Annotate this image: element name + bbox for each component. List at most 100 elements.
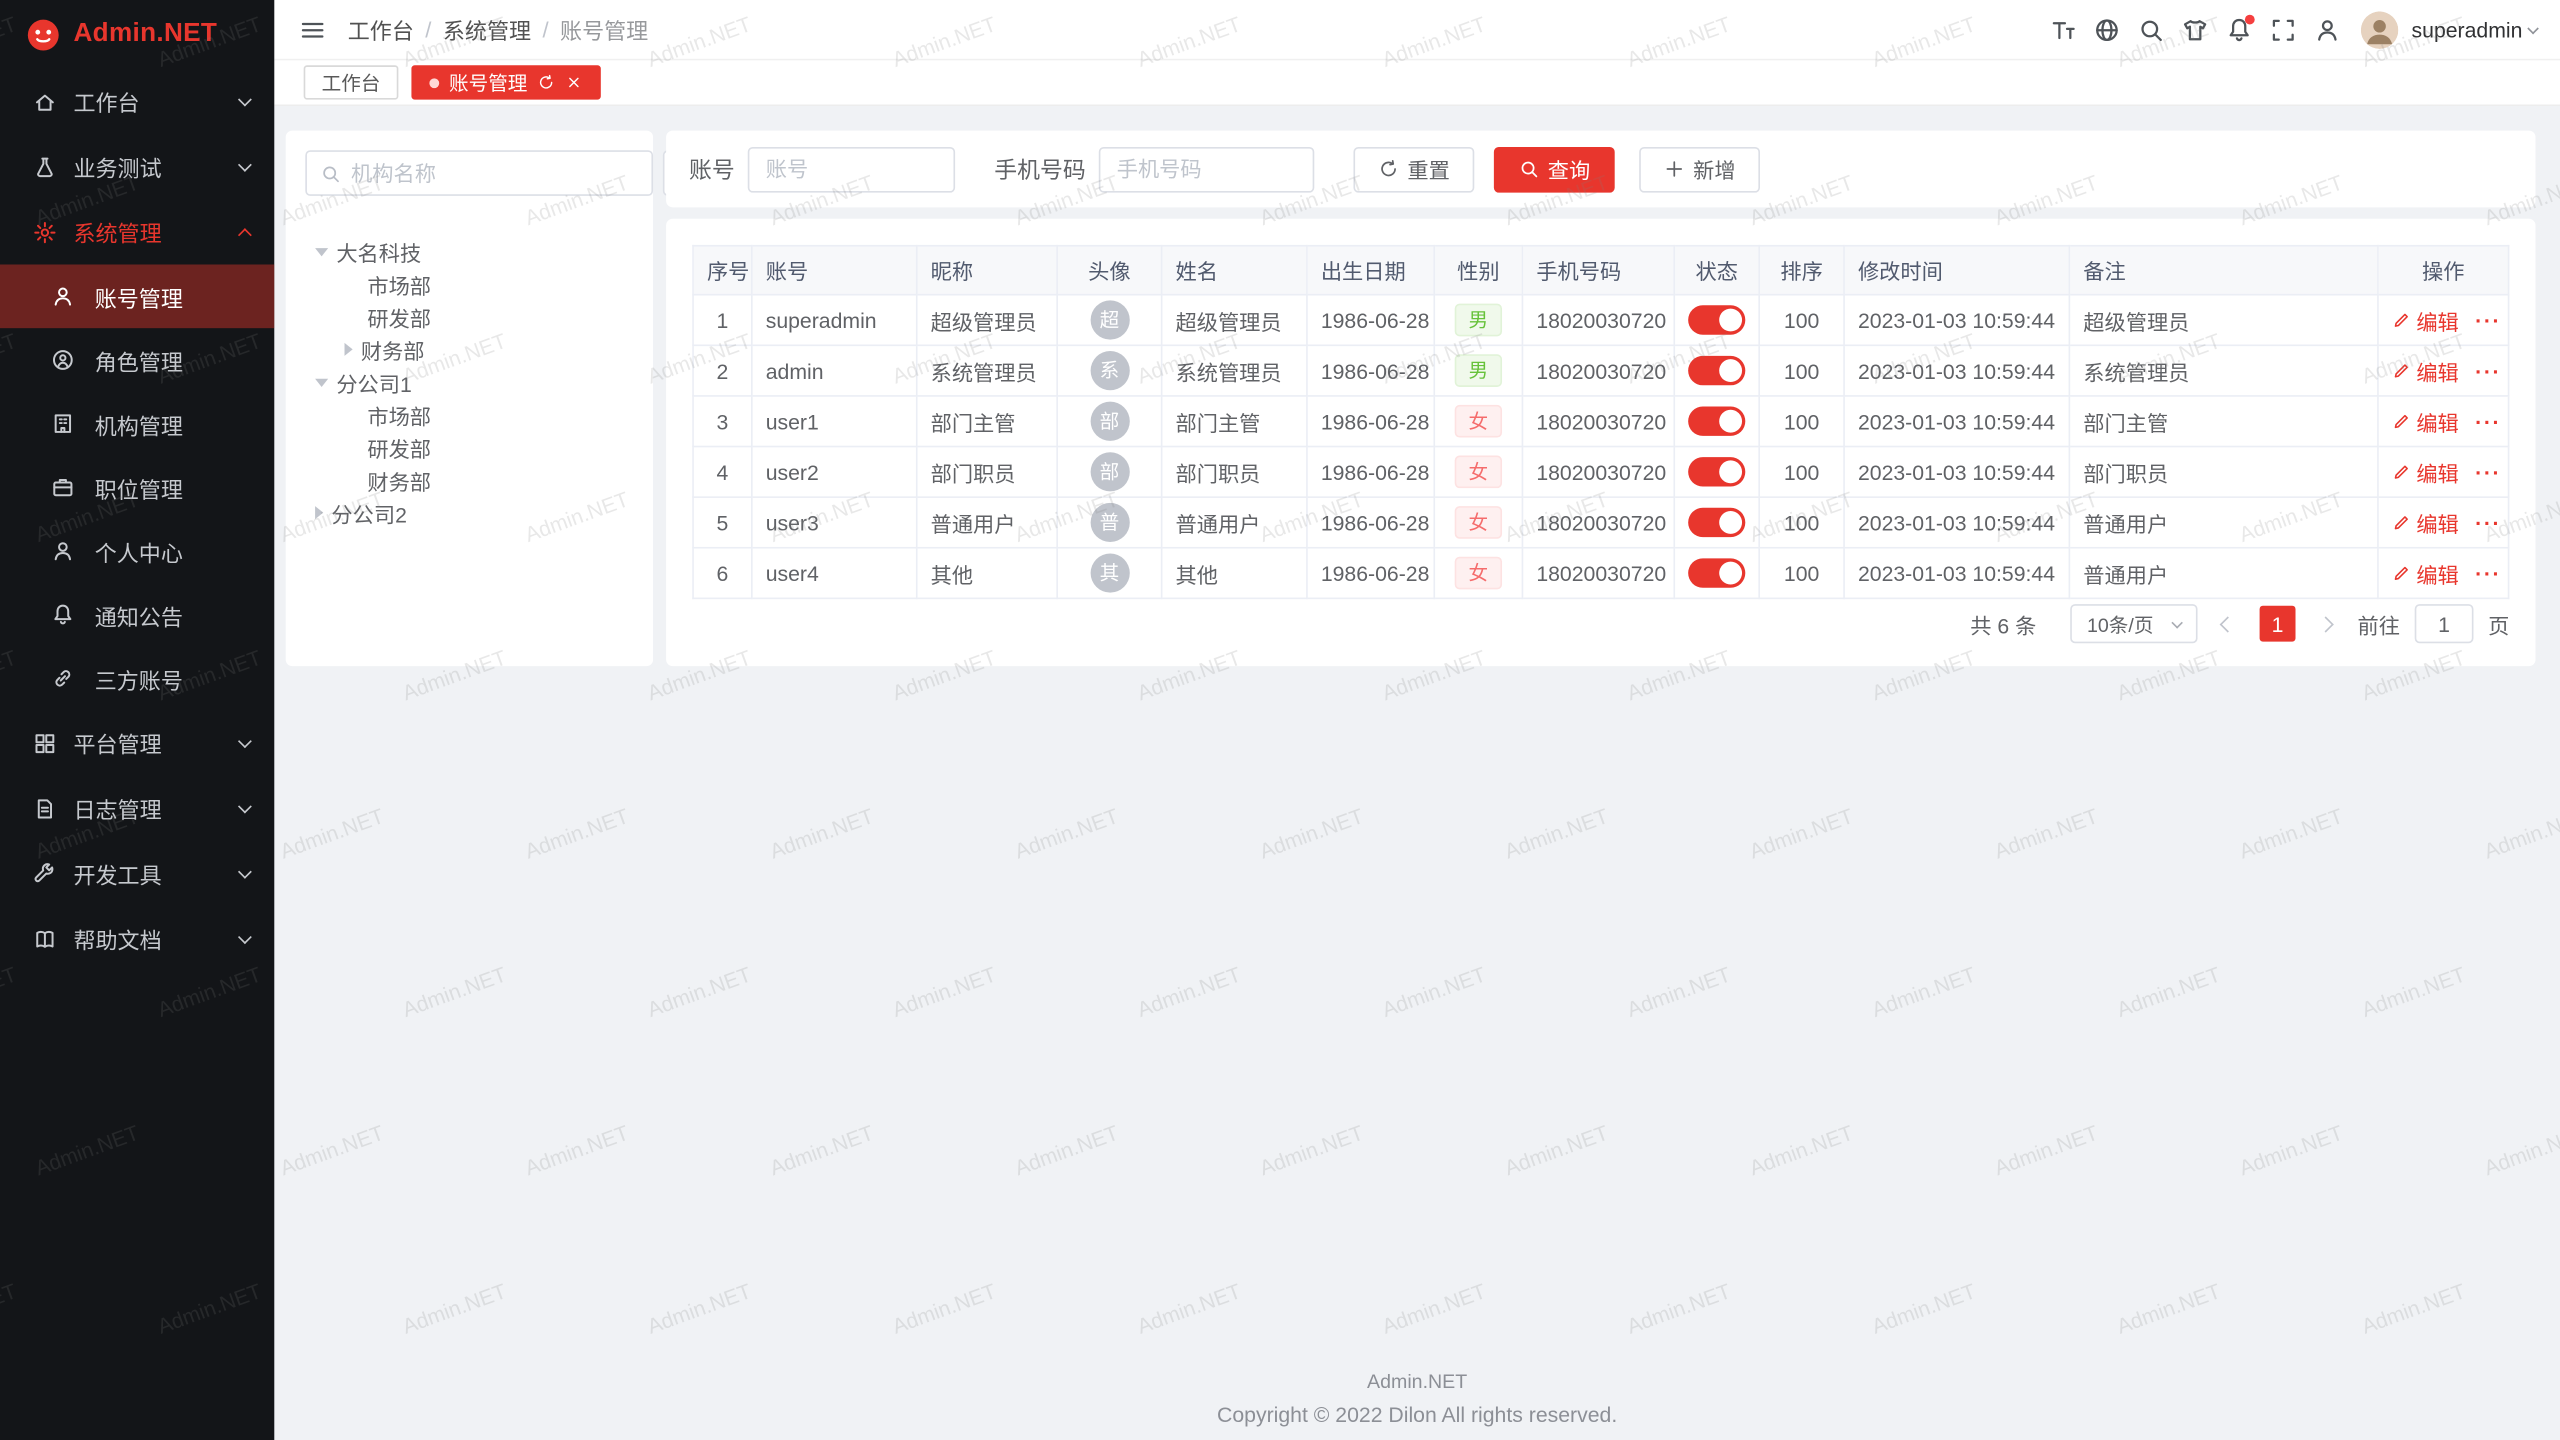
search-icon[interactable] <box>2129 0 2173 60</box>
cell-phone: 18020030720 <box>1522 345 1674 396</box>
hamburger-icon[interactable] <box>291 0 335 60</box>
next-page-button[interactable] <box>2310 606 2343 642</box>
chevron-down-icon <box>238 929 252 943</box>
tab-close-icon[interactable] <box>565 73 583 91</box>
add-button[interactable]: 新增 <box>1639 146 1760 192</box>
tab-account-management[interactable]: 账号管理 <box>411 65 600 99</box>
org-search-input[interactable] <box>351 161 638 185</box>
tab-workbench[interactable]: 工作台 <box>304 65 399 99</box>
sidebar-subitem-role[interactable]: 角色管理 <box>0 328 274 392</box>
sidebar-item-logs[interactable]: 日志管理 <box>0 776 274 841</box>
cell-actions: 编辑 ··· <box>2378 396 2509 447</box>
chevron-up-icon <box>238 227 252 241</box>
cell-status <box>1674 548 1759 599</box>
fullscreen-icon[interactable] <box>2261 0 2305 60</box>
avatar[interactable] <box>2361 11 2399 49</box>
edit-button[interactable]: 编辑 <box>2392 507 2459 538</box>
edit-button[interactable]: 编辑 <box>2392 406 2459 437</box>
cell-avatar: 普 <box>1057 497 1161 548</box>
caret-right-icon[interactable] <box>344 343 352 356</box>
tab-refresh-icon[interactable] <box>537 73 555 91</box>
sidebar-subitem-position[interactable]: 职位管理 <box>0 456 274 520</box>
footer: Admin.NET Copyright © 2022 Dilon All rig… <box>274 1370 2560 1427</box>
sidebar-subitem-notice[interactable]: 通知公告 <box>0 583 274 647</box>
caret-right-icon[interactable] <box>315 506 323 519</box>
tree-node[interactable]: 分公司1 <box>305 366 633 399</box>
sidebar-subitem-account[interactable]: 账号管理 <box>0 264 274 328</box>
cell-birth-date: 1986-06-28 <box>1307 447 1434 498</box>
row-more-button[interactable]: ··· <box>2475 460 2501 484</box>
logo-title: Admin.NET <box>73 20 217 49</box>
tree-node[interactable]: 研发部 <box>305 300 633 333</box>
row-more-button[interactable]: ··· <box>2475 510 2501 534</box>
cell-nickname: 部门职员 <box>917 447 1057 498</box>
reset-button[interactable]: 重置 <box>1353 146 1474 192</box>
cell-avatar: 其 <box>1057 548 1161 599</box>
tree-node[interactable]: 研发部 <box>305 431 633 464</box>
sidebar-subitem-third-account[interactable]: 三方账号 <box>0 647 274 711</box>
edit-button[interactable]: 编辑 <box>2392 558 2459 589</box>
status-switch[interactable] <box>1688 457 1745 486</box>
phone-filter-input[interactable] <box>1099 146 1315 192</box>
column-header: 操作 <box>2378 246 2509 295</box>
tree-node[interactable]: 财务部 <box>305 464 633 497</box>
sidebar-item-workbench[interactable]: 工作台 <box>0 69 274 134</box>
cell-account: superadmin <box>752 295 917 346</box>
account-filter-input[interactable] <box>748 146 955 192</box>
logo[interactable]: Admin.NET <box>0 0 274 69</box>
row-more-button[interactable]: ··· <box>2475 308 2501 332</box>
status-switch[interactable] <box>1688 305 1745 334</box>
sidebar-item-business-test[interactable]: 业务测试 <box>0 134 274 199</box>
table-row: 2admin系统管理员系系统管理员1986-06-28男180200307201… <box>693 345 2509 396</box>
sidebar-item-platform[interactable]: 平台管理 <box>0 710 274 775</box>
cell-gender: 女 <box>1434 396 1522 447</box>
user-settings-icon[interactable] <box>2305 0 2349 60</box>
theme-skin-icon[interactable] <box>2173 0 2217 60</box>
cell-status <box>1674 447 1759 498</box>
column-header: 出生日期 <box>1307 246 1434 295</box>
status-switch[interactable] <box>1688 356 1745 385</box>
locale-globe-icon[interactable] <box>2085 0 2129 60</box>
status-switch[interactable] <box>1688 508 1745 537</box>
sidebar-subitem-profile[interactable]: 个人中心 <box>0 519 274 583</box>
page-number-1[interactable]: 1 <box>2260 606 2296 642</box>
notification-bell-icon[interactable] <box>2217 0 2261 60</box>
role-icon <box>51 348 75 372</box>
tree-node-label: 财务部 <box>367 464 431 495</box>
sidebar-subitem-organization[interactable]: 机构管理 <box>0 392 274 456</box>
filter-bar: 账号 手机号码 重置 查询 新增 <box>666 131 2535 208</box>
edit-pencil-icon <box>2392 462 2412 482</box>
cell-modified-time: 2023-01-03 10:59:44 <box>1844 396 2069 447</box>
tree-node[interactable]: 市场部 <box>305 398 633 431</box>
chevron-down-icon <box>238 733 252 747</box>
tree-node[interactable]: 分公司2 <box>305 496 633 529</box>
edit-button[interactable]: 编辑 <box>2392 355 2459 386</box>
table-header-row: 序号账号昵称头像姓名出生日期性别手机号码状态排序修改时间备注操作 <box>693 246 2509 295</box>
tree-node[interactable]: 大名科技 <box>305 235 633 268</box>
status-switch[interactable] <box>1688 558 1745 587</box>
pagination: 共 6 条 10条/页 1 前往 页 <box>692 604 2509 643</box>
table-row: 3user1部门主管部部门主管1986-06-28女18020030720100… <box>693 396 2509 447</box>
edit-button[interactable]: 编辑 <box>2392 304 2459 335</box>
font-size-icon[interactable] <box>2041 0 2085 60</box>
tree-node[interactable]: 财务部 <box>305 333 633 366</box>
caret-down-icon[interactable] <box>315 247 328 255</box>
breadcrumb-item-workbench[interactable]: 工作台 <box>348 13 414 46</box>
sidebar-item-system[interactable]: 系统管理 <box>0 199 274 264</box>
sidebar-item-help[interactable]: 帮助文档 <box>0 906 274 971</box>
status-switch[interactable] <box>1688 407 1745 436</box>
page-size-select[interactable]: 10条/页 <box>2071 604 2198 643</box>
tree-node[interactable]: 市场部 <box>305 268 633 301</box>
row-more-button[interactable]: ··· <box>2475 409 2501 433</box>
row-more-button[interactable]: ··· <box>2475 358 2501 382</box>
username[interactable]: superadmin <box>2412 17 2523 41</box>
sidebar-item-devtools[interactable]: 开发工具 <box>0 841 274 906</box>
prev-page-button[interactable] <box>2212 606 2245 642</box>
cell-name: 其他 <box>1162 548 1307 599</box>
goto-page-input[interactable] <box>2415 604 2474 643</box>
caret-down-icon[interactable] <box>315 378 328 386</box>
edit-button[interactable]: 编辑 <box>2392 456 2459 487</box>
row-more-button[interactable]: ··· <box>2475 561 2501 585</box>
breadcrumb-item-system[interactable]: 系统管理 <box>443 13 531 46</box>
query-button[interactable]: 查询 <box>1494 146 1615 192</box>
